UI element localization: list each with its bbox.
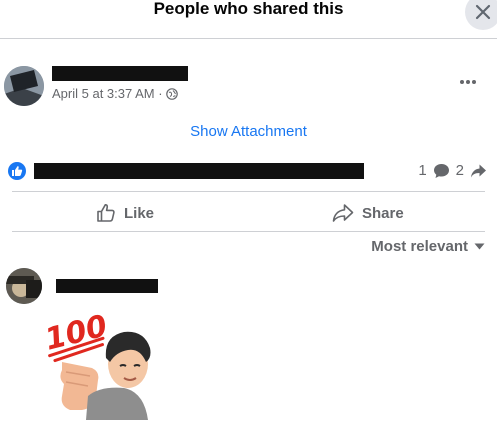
commenter-avatar[interactable] [6,268,42,304]
post-timestamp[interactable]: April 5 at 3:37 AM · [52,86,163,101]
svg-text:100: 100 [42,309,111,358]
caret-down-icon [474,243,485,250]
actions-divider [12,231,485,232]
comment-count[interactable]: 1 [418,162,426,179]
reactions-divider [12,191,485,192]
share-button-label: Share [362,204,404,222]
more-icon [460,80,476,84]
comment-icon [433,163,449,178]
globe-icon [165,87,178,100]
post-meta: April 5 at 3:37 AM · [52,86,178,101]
share-icon [332,204,354,222]
dialog-header: People who shared this [0,0,497,38]
post-author-name[interactable] [52,66,188,81]
close-button[interactable] [465,0,497,30]
share-button[interactable]: Share [332,195,404,231]
hundred-sticker[interactable]: 100 [40,300,160,420]
show-attachment-link[interactable]: Show Attachment [0,123,497,140]
engagement-counts: 1 2 [418,162,487,179]
post-author-avatar[interactable] [4,66,44,106]
comment-sort-dropdown[interactable]: Most relevant [371,238,485,255]
share-count[interactable]: 2 [456,162,464,179]
like-reaction-icon[interactable] [8,162,26,180]
thumbs-up-icon [97,203,115,222]
header-divider [0,38,497,39]
commenter-name[interactable] [56,279,158,293]
dialog-title: People who shared this [153,0,344,18]
share-arrow-icon [471,164,486,177]
reactions-row: 1 2 [0,158,497,184]
like-button[interactable]: Like [96,195,154,231]
close-icon [475,4,491,20]
actions-row: Like Share [0,195,497,231]
like-button-label: Like [124,204,155,222]
post-more-button[interactable] [452,66,484,98]
comment-sort-label: Most relevant [371,238,468,255]
reactors-names[interactable] [34,163,364,179]
